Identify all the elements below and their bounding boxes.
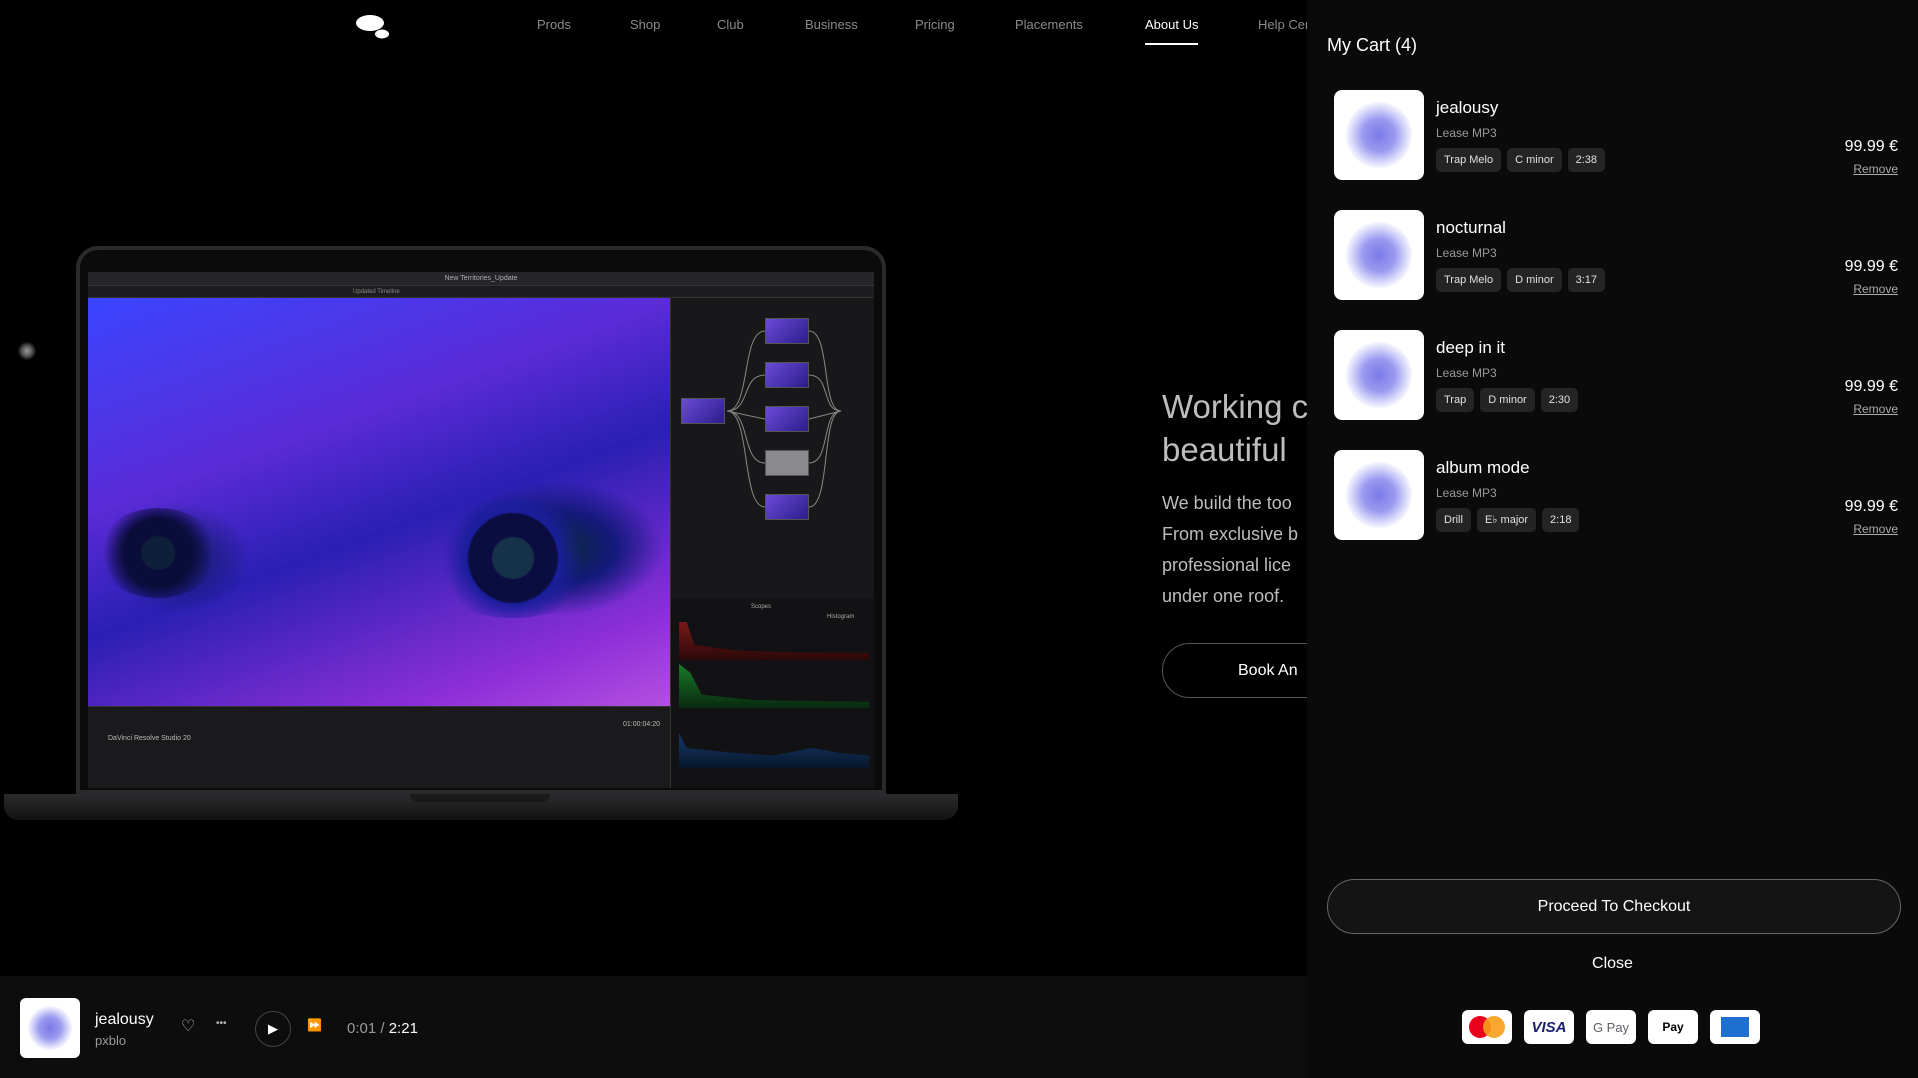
cart-item-name[interactable]: nocturnal	[1436, 218, 1506, 238]
cart-item-name[interactable]: jealousy	[1436, 98, 1498, 118]
cart-item-license: Lease MP3	[1436, 486, 1497, 500]
cart-item-tags: Trap Melo C minor 2:38	[1436, 148, 1606, 172]
cart-title: My Cart (4)	[1327, 35, 1417, 55]
scopes-label: Scopes	[751, 604, 772, 610]
now-playing-artist[interactable]: pxblo	[95, 1033, 126, 1048]
cart-item: album mode Lease MP3 Drill E♭ major 2:18…	[1334, 450, 1904, 540]
hero-title: Working c beautiful	[1162, 385, 1312, 471]
google-pay-icon: G Pay	[1586, 1010, 1636, 1044]
genre-tag: Drill	[1436, 508, 1471, 532]
remove-item-button[interactable]: Remove	[1853, 402, 1898, 416]
cart-item: nocturnal Lease MP3 Trap Melo D minor 3:…	[1334, 210, 1904, 300]
now-playing-artwork[interactable]	[20, 998, 80, 1058]
cart-item-tags: Trap D minor 2:30	[1436, 388, 1579, 412]
hero-title-line: beautiful	[1162, 431, 1287, 468]
laptop-mockup: New Territories_Update Updated Timeline …	[0, 246, 962, 836]
node-connections	[726, 330, 842, 508]
cart-item-tags: Trap Melo D minor 3:17	[1436, 268, 1606, 292]
close-cart-button[interactable]: Close	[1307, 955, 1918, 973]
nav-item-club[interactable]: Club	[717, 17, 744, 32]
nav-item-about-us[interactable]: About Us	[1145, 17, 1199, 45]
laptop-screen: New Territories_Update Updated Timeline …	[88, 272, 874, 788]
hero-body-line: under one roof.	[1162, 586, 1285, 606]
audio-player-bar: jealousy pxblo ♡ ••• ▶ ⏩ 0:01 / 2:21	[0, 976, 1307, 1078]
cart-item-price: 99.99 €	[1844, 138, 1898, 155]
cart-item-price: 99.99 €	[1844, 498, 1898, 515]
key-tag: C minor	[1507, 148, 1562, 172]
app-footer-label: DaVinci Resolve Studio 20	[108, 735, 191, 742]
hero-body: We build the too From exclusive b profes…	[1162, 488, 1312, 612]
now-playing-title[interactable]: jealousy	[95, 1011, 154, 1029]
cart-item: deep in it Lease MP3 Trap D minor 2:30 9…	[1334, 330, 1904, 420]
amex-icon	[1710, 1010, 1760, 1044]
duration-tag: 2:30	[1540, 388, 1579, 412]
histogram-blue	[679, 733, 869, 768]
remove-item-button[interactable]: Remove	[1853, 522, 1898, 536]
cart-item-license: Lease MP3	[1436, 126, 1497, 140]
apple-pay-icon: Pay	[1648, 1010, 1698, 1044]
nav-item-shop[interactable]: Shop	[630, 17, 660, 32]
histogram-green	[679, 664, 869, 708]
track-duration: 2:21	[388, 1020, 418, 1037]
genre-tag: Trap Melo	[1436, 268, 1502, 292]
cart-item-license: Lease MP3	[1436, 246, 1497, 260]
timecode: 01:00:04:20	[623, 721, 660, 728]
more-options-icon[interactable]: •••	[216, 1018, 227, 1029]
duration-tag: 2:38	[1567, 148, 1606, 172]
app-toolbar: Updated Timeline	[88, 286, 874, 298]
app-title-bar: New Territories_Update	[88, 272, 874, 286]
cart-item-artwork	[1334, 330, 1424, 420]
transport-bar: 01:00:04:20 DaVinci Resolve Studio 20	[88, 706, 670, 788]
cart-item-name[interactable]: album mode	[1436, 458, 1530, 478]
key-tag: E♭ major	[1476, 508, 1537, 532]
key-tag: D minor	[1480, 388, 1535, 412]
proceed-to-checkout-button[interactable]: Proceed To Checkout	[1327, 879, 1901, 934]
logo-cloud-icon[interactable]	[352, 12, 394, 40]
play-button[interactable]: ▶	[255, 1011, 291, 1047]
remove-item-button[interactable]: Remove	[1853, 162, 1898, 176]
cart-panel: My Cart (4) jealousy Lease MP3 Trap Melo…	[1307, 0, 1918, 1078]
video-viewer	[88, 298, 670, 706]
time-separator: /	[380, 1020, 385, 1037]
nav-item-prods[interactable]: Prods	[537, 17, 571, 32]
cart-item-license: Lease MP3	[1436, 366, 1497, 380]
visa-icon: VISA	[1524, 1010, 1574, 1044]
nav-item-business[interactable]: Business	[805, 17, 858, 32]
duration-tag: 3:17	[1567, 268, 1606, 292]
hero-body-line: We build the too	[1162, 493, 1292, 513]
hero-body-line: professional lice	[1162, 555, 1292, 575]
laptop-notch	[410, 794, 550, 802]
nav-item-placements[interactable]: Placements	[1015, 17, 1083, 32]
play-icon: ▶	[268, 1021, 278, 1036]
timeline-label: Updated Timeline	[353, 289, 400, 295]
genre-tag: Trap	[1436, 388, 1475, 412]
hero-body-line: From exclusive b	[1162, 524, 1299, 544]
heart-icon[interactable]: ♡	[181, 1016, 195, 1036]
scopes-panel: Scopes Histogram	[670, 598, 874, 788]
playback-time: 0:01 / 2:21	[347, 1020, 418, 1037]
nav-item-pricing[interactable]: Pricing	[915, 17, 955, 32]
duration-tag: 2:18	[1542, 508, 1580, 532]
cart-item-artwork	[1334, 450, 1424, 540]
cart-item-price: 99.99 €	[1844, 378, 1898, 395]
cart-item-tags: Drill E♭ major 2:18	[1436, 508, 1580, 532]
payment-methods: VISA G Pay Pay	[1462, 1010, 1760, 1044]
forward-icon[interactable]: ⏩	[307, 1018, 322, 1032]
hero-title-line: Working c	[1162, 388, 1309, 425]
remove-item-button[interactable]: Remove	[1853, 282, 1898, 296]
cart-item-artwork	[1334, 210, 1424, 300]
histogram-label: Histogram	[827, 614, 855, 620]
mastercard-icon	[1462, 1010, 1512, 1044]
histogram-red	[679, 622, 869, 660]
cart-item-artwork	[1334, 90, 1424, 180]
scroll-indicator-dot[interactable]	[18, 342, 36, 360]
cart-item: jealousy Lease MP3 Trap Melo C minor 2:3…	[1334, 90, 1904, 180]
current-time: 0:01	[347, 1020, 377, 1037]
cart-item-name[interactable]: deep in it	[1436, 338, 1505, 358]
cart-item-price: 99.99 €	[1844, 258, 1898, 275]
key-tag: D minor	[1507, 268, 1562, 292]
node-editor	[670, 298, 874, 598]
genre-tag: Trap Melo	[1436, 148, 1502, 172]
